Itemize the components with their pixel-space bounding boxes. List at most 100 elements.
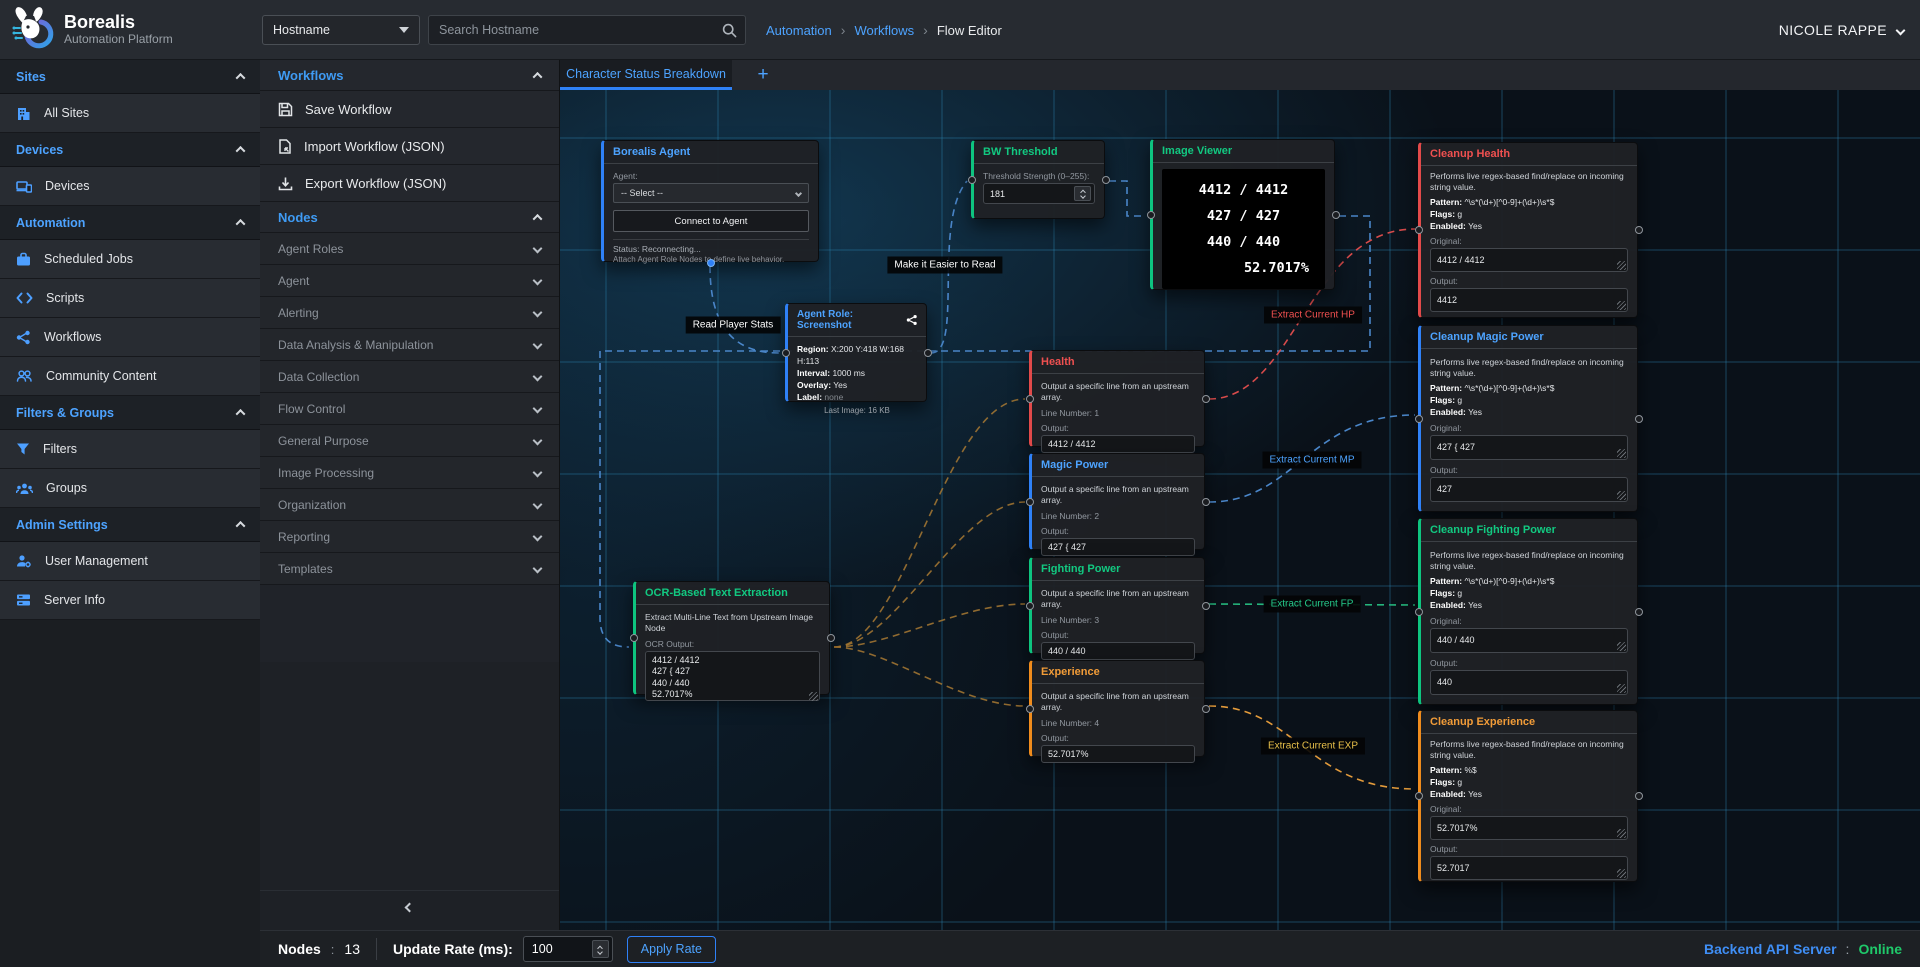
node-category-agent-roles[interactable]: Agent Roles xyxy=(260,233,559,265)
panel-header-workflows[interactable]: Workflows xyxy=(260,60,559,91)
sidebar-item-community-content[interactable]: Community Content xyxy=(0,357,260,396)
output-input[interactable] xyxy=(1430,477,1628,502)
agent-select[interactable]: -- Select -- xyxy=(613,183,809,203)
resize-handle[interactable] xyxy=(1617,301,1626,310)
spinner-down-icon[interactable] xyxy=(597,949,603,955)
output-port[interactable] xyxy=(1202,498,1210,506)
line-output-input[interactable] xyxy=(1041,642,1195,660)
output-port[interactable] xyxy=(707,259,715,267)
node-category-templates[interactable]: Templates xyxy=(260,553,559,585)
input-port[interactable] xyxy=(1026,705,1034,713)
share-icon[interactable] xyxy=(906,314,917,326)
export-workflow-button[interactable]: Export Workflow (JSON) xyxy=(260,165,559,202)
original-input[interactable] xyxy=(1430,816,1628,840)
node-image-viewer[interactable]: Image Viewer 4412 / 4412 427 / 427 440 /… xyxy=(1150,139,1335,290)
output-port[interactable] xyxy=(827,634,835,642)
output-port[interactable] xyxy=(1635,608,1643,616)
sidebar-section-filters-groups[interactable]: Filters & Groups xyxy=(0,396,260,430)
input-port[interactable] xyxy=(630,634,638,642)
resize-handle[interactable] xyxy=(1617,449,1626,458)
breadcrumb-workflows[interactable]: Workflows xyxy=(854,23,914,38)
import-workflow-button[interactable]: Import Workflow (JSON) xyxy=(260,128,559,165)
connect-to-agent-button[interactable]: Connect to Agent xyxy=(613,210,809,232)
node-cleanup-fighting-power[interactable]: Cleanup Fighting Power Performs live reg… xyxy=(1418,518,1638,705)
output-port[interactable] xyxy=(1635,226,1643,234)
ocr-output-textarea[interactable] xyxy=(645,651,820,701)
sidebar-item-groups[interactable]: Groups xyxy=(0,469,260,508)
sidebar-section-sites[interactable]: Sites xyxy=(0,60,260,94)
output-port[interactable] xyxy=(1202,602,1210,610)
flow-canvas[interactable]: Read Player Stats Make it Easier to Read… xyxy=(560,90,1920,930)
input-port[interactable] xyxy=(1026,602,1034,610)
sidebar-item-filters[interactable]: Filters xyxy=(0,430,260,469)
sidebar-section-admin-settings[interactable]: Admin Settings xyxy=(0,508,260,542)
sidebar-item-user-management[interactable]: User Management xyxy=(0,542,260,581)
resize-handle[interactable] xyxy=(1617,829,1626,838)
line-output-input[interactable] xyxy=(1041,745,1195,763)
input-port[interactable] xyxy=(1147,211,1155,219)
input-port[interactable] xyxy=(968,176,976,184)
node-agent-role-screenshot[interactable]: Agent Role: Screenshot Region: X:200 Y:4… xyxy=(785,303,927,402)
node-category-agent[interactable]: Agent xyxy=(260,265,559,297)
output-port[interactable] xyxy=(1102,176,1110,184)
number-spinner[interactable] xyxy=(1074,186,1091,201)
panel-header-nodes[interactable]: Nodes xyxy=(260,202,559,233)
resize-handle[interactable] xyxy=(1617,642,1626,651)
input-port[interactable] xyxy=(1026,498,1034,506)
input-port[interactable] xyxy=(1415,415,1423,423)
node-borealis-agent[interactable]: Borealis Agent Agent: -- Select -- Conne… xyxy=(601,140,819,262)
output-input[interactable] xyxy=(1430,670,1628,695)
resize-handle[interactable] xyxy=(809,692,818,701)
sidebar-item-all-sites[interactable]: All Sites xyxy=(0,94,260,133)
sidebar-item-devices[interactable]: Devices xyxy=(0,167,260,206)
node-fighting-power[interactable]: Fighting Power Output a specific line fr… xyxy=(1029,557,1205,654)
spinner-down-icon[interactable] xyxy=(1080,193,1086,199)
resize-handle[interactable] xyxy=(1617,261,1626,270)
input-port[interactable] xyxy=(782,349,790,357)
user-menu[interactable]: NICOLE RAPPE xyxy=(1779,0,1904,60)
sidebar-item-server-info[interactable]: Server Info xyxy=(0,581,260,620)
node-cleanup-experience[interactable]: Cleanup Experience Performs live regex-b… xyxy=(1418,710,1638,882)
output-port[interactable] xyxy=(1202,395,1210,403)
input-port[interactable] xyxy=(1415,226,1423,234)
line-output-input[interactable] xyxy=(1041,435,1195,453)
sidebar-item-scripts[interactable]: Scripts xyxy=(0,279,260,318)
output-input[interactable] xyxy=(1430,288,1628,312)
original-input[interactable] xyxy=(1430,628,1628,653)
node-ocr-text-extraction[interactable]: OCR-Based Text Extraction Extract Multi-… xyxy=(633,581,830,695)
output-port[interactable] xyxy=(1635,415,1643,423)
save-workflow-button[interactable]: Save Workflow xyxy=(260,91,559,128)
sidebar-section-devices[interactable]: Devices xyxy=(0,133,260,167)
panel-collapse-button[interactable] xyxy=(260,890,559,924)
node-category-reporting[interactable]: Reporting xyxy=(260,521,559,553)
resize-handle[interactable] xyxy=(1617,684,1626,693)
update-rate-field[interactable] xyxy=(523,936,613,962)
sidebar-item-workflows[interactable]: Workflows xyxy=(0,318,260,357)
line-output-input[interactable] xyxy=(1041,538,1195,556)
search-box[interactable] xyxy=(428,15,746,45)
node-cleanup-health[interactable]: Cleanup Health Performs live regex-based… xyxy=(1418,142,1638,318)
sidebar-item-scheduled-jobs[interactable]: Scheduled Jobs xyxy=(0,240,260,279)
node-cleanup-magic-power[interactable]: Cleanup Magic Power Performs live regex-… xyxy=(1418,325,1638,512)
node-category-general-purpose[interactable]: General Purpose xyxy=(260,425,559,457)
apply-rate-button[interactable]: Apply Rate xyxy=(627,936,716,963)
node-category-image-processing[interactable]: Image Processing xyxy=(260,457,559,489)
node-category-flow-control[interactable]: Flow Control xyxy=(260,393,559,425)
original-input[interactable] xyxy=(1430,248,1628,272)
output-port[interactable] xyxy=(1332,211,1340,219)
node-health[interactable]: Health Output a specific line from an up… xyxy=(1029,350,1205,447)
output-port[interactable] xyxy=(1202,705,1210,713)
input-port[interactable] xyxy=(1415,792,1423,800)
output-port[interactable] xyxy=(924,349,932,357)
breadcrumb-automation[interactable]: Automation xyxy=(766,23,832,38)
resize-handle[interactable] xyxy=(1617,491,1626,500)
search-input[interactable] xyxy=(439,23,722,37)
add-tab-button[interactable]: + xyxy=(746,60,780,90)
input-port[interactable] xyxy=(1415,608,1423,616)
node-category-organization[interactable]: Organization xyxy=(260,489,559,521)
output-input[interactable] xyxy=(1430,856,1628,880)
node-experience[interactable]: Experience Output a specific line from a… xyxy=(1029,660,1205,757)
node-category-alerting[interactable]: Alerting xyxy=(260,297,559,329)
sidebar-section-automation[interactable]: Automation xyxy=(0,206,260,240)
node-bw-threshold[interactable]: BW Threshold Threshold Strength (0–255): xyxy=(971,140,1105,219)
